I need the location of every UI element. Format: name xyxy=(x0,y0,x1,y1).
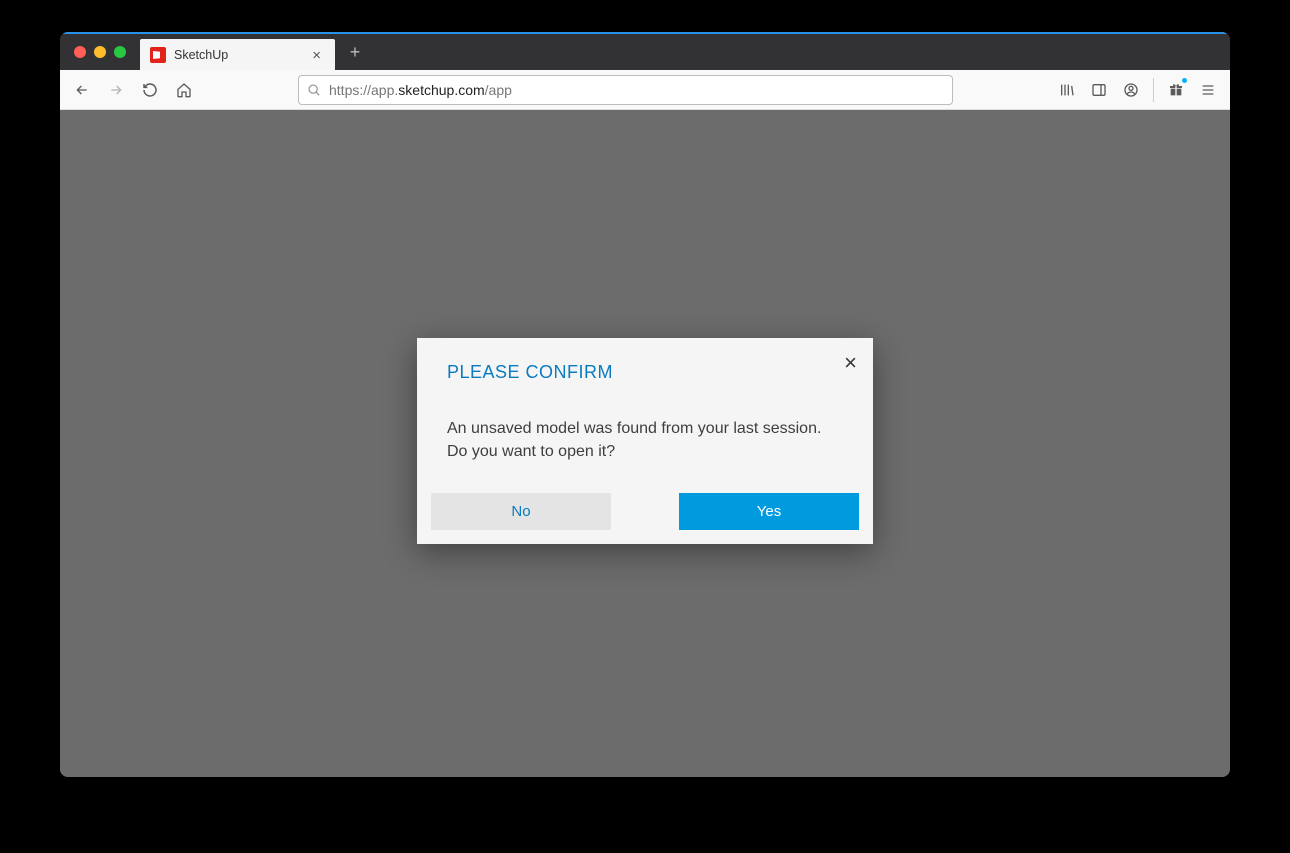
dialog-message-line1: An unsaved model was found from your las… xyxy=(447,420,821,437)
account-button[interactable] xyxy=(1117,76,1145,104)
sketchup-favicon xyxy=(150,47,166,63)
no-button[interactable]: No xyxy=(431,493,611,530)
sidebar-button[interactable] xyxy=(1085,76,1113,104)
menu-button[interactable] xyxy=(1194,76,1222,104)
dialog-close-button[interactable]: × xyxy=(840,348,861,378)
library-icon xyxy=(1059,82,1075,98)
search-icon xyxy=(307,83,321,97)
browser-window: SketchUp × + https://app.sketchup.com/ap… xyxy=(60,32,1230,777)
url-prefix: https://app. xyxy=(329,82,398,98)
sidebar-icon xyxy=(1091,82,1107,98)
whatsnew-button[interactable] xyxy=(1162,76,1190,104)
new-tab-button[interactable]: + xyxy=(341,38,369,66)
navigation-bar: https://app.sketchup.com/app xyxy=(60,70,1230,110)
confirm-dialog: × PLEASE CONFIRM An unsaved model was fo… xyxy=(417,338,873,544)
dialog-message-line2: Do you want to open it? xyxy=(447,443,615,460)
address-bar[interactable]: https://app.sketchup.com/app xyxy=(298,75,953,105)
dialog-actions: No Yes xyxy=(417,493,873,544)
home-button[interactable] xyxy=(170,76,198,104)
tab-close-button[interactable]: × xyxy=(308,48,325,63)
toolbar-right xyxy=(1053,76,1222,104)
gift-icon xyxy=(1168,82,1184,98)
notification-dot xyxy=(1182,78,1187,83)
reload-button[interactable] xyxy=(136,76,164,104)
browser-tab[interactable]: SketchUp × xyxy=(140,39,335,71)
forward-button[interactable] xyxy=(102,76,130,104)
content-area: × PLEASE CONFIRM An unsaved model was fo… xyxy=(60,110,1230,777)
dialog-message: An unsaved model was found from your las… xyxy=(417,397,873,493)
url-text: https://app.sketchup.com/app xyxy=(329,82,512,98)
window-controls xyxy=(60,46,140,58)
close-icon: × xyxy=(844,350,857,375)
window-minimize-button[interactable] xyxy=(94,46,106,58)
arrow-left-icon xyxy=(74,82,90,98)
arrow-right-icon xyxy=(108,82,124,98)
url-domain: sketchup.com xyxy=(398,82,484,98)
home-icon xyxy=(176,82,192,98)
url-path: /app xyxy=(485,82,512,98)
window-close-button[interactable] xyxy=(74,46,86,58)
back-button[interactable] xyxy=(68,76,96,104)
tab-bar: SketchUp × + xyxy=(60,32,1230,70)
toolbar-divider xyxy=(1153,78,1154,102)
reload-icon xyxy=(142,82,158,98)
account-icon xyxy=(1123,82,1139,98)
dialog-title: PLEASE CONFIRM xyxy=(417,338,873,397)
tab-title: SketchUp xyxy=(174,48,300,62)
library-button[interactable] xyxy=(1053,76,1081,104)
hamburger-icon xyxy=(1200,82,1216,98)
window-maximize-button[interactable] xyxy=(114,46,126,58)
yes-button[interactable]: Yes xyxy=(679,493,859,530)
